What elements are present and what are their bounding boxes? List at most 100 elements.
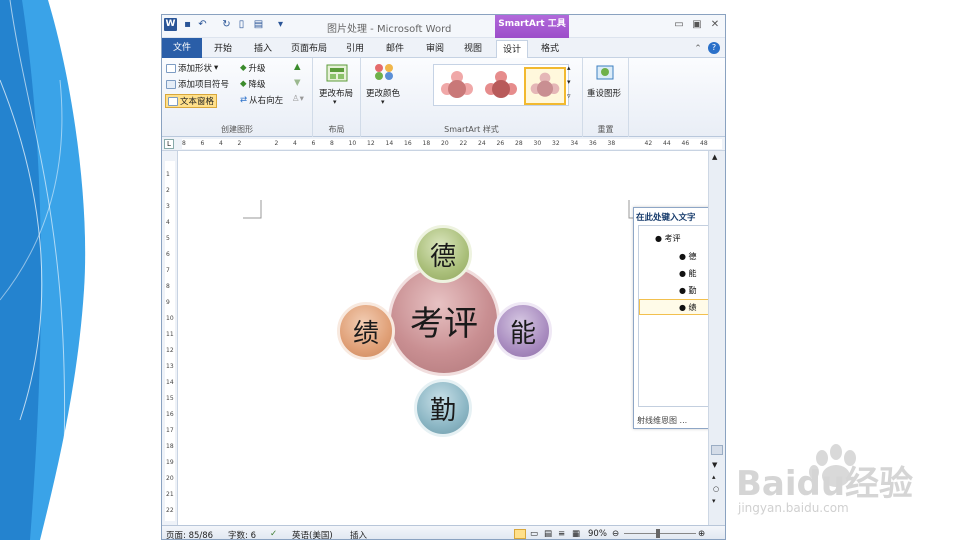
move-down-icon[interactable]: ▼ <box>294 78 301 88</box>
change-layout-dropdown-icon[interactable]: ▾ <box>333 98 337 106</box>
ruler-tick-label: 18 <box>422 140 431 147</box>
print-icon[interactable]: ▤ <box>252 18 265 31</box>
minimize-button[interactable]: ▭ <box>672 19 686 30</box>
layout-org-icon[interactable]: ♙▾ <box>292 94 304 104</box>
pane-item-level2[interactable]: ● 勤 <box>679 285 697 296</box>
change-colors-icon[interactable] <box>373 63 395 81</box>
tab-mailings[interactable]: 邮件 <box>378 40 412 58</box>
vruler-tick-label: 16 <box>166 411 174 418</box>
tab-review[interactable]: 审阅 <box>418 40 452 58</box>
redo-icon[interactable]: ↻ <box>220 18 233 31</box>
undo-icon[interactable]: ↶ <box>196 18 209 31</box>
tab-design[interactable]: 设计 <box>496 40 528 58</box>
vruler-tick-label: 18 <box>166 443 174 450</box>
new-document-icon[interactable]: ▯ <box>235 18 248 31</box>
language[interactable]: 英语(美国) <box>292 529 333 539</box>
horizontal-ruler[interactable]: L 8 6 4 2 2 4 6 8 10 12 14 16 18 20 22 24 26 28 30 32 34 36 38… <box>162 137 725 151</box>
vruler-tick-label: 22 <box>166 507 174 514</box>
slide: W ▪ ↶ ↻ ▯ ▤ ▾ 图片处理 - Microsoft Word Smar… <box>0 0 960 540</box>
vertical-scrollbar[interactable]: ▲ ▼ ▴ ○ ▾ <box>708 151 725 527</box>
previous-page-icon[interactable]: ▴ <box>712 473 716 481</box>
pane-item-level2[interactable]: ● 能 <box>679 268 697 279</box>
zoom-in-icon[interactable]: ⊕ <box>698 529 705 539</box>
gallery-more[interactable]: ▿ <box>567 92 571 100</box>
move-up-icon[interactable]: ▲ <box>294 62 301 72</box>
smartart-left-circle[interactable]: 绩 <box>337 302 395 360</box>
proofing-icon[interactable]: ✓ <box>270 529 277 539</box>
gallery-scroll-down[interactable]: ▾ <box>567 78 571 86</box>
tab-format[interactable]: 格式 <box>534 40 566 58</box>
text-pane-title: 在此处键入文字 <box>636 213 696 223</box>
vertical-ruler[interactable]: 1 2 3 4 5 6 7 8 9 10 11 12 13 14 15 16 17 18 19 20 21 22 <box>162 151 178 527</box>
ruler-tick-label: 26 <box>496 140 505 147</box>
vruler-tick-label: 11 <box>166 331 174 338</box>
word-count[interactable]: 字数: 6 <box>228 529 256 539</box>
tab-references[interactable]: 引用 <box>338 40 372 58</box>
vruler-tick-label: 2 <box>166 187 170 194</box>
pane-item-level1[interactable]: ● 考评 <box>655 233 681 244</box>
tab-page-layout[interactable]: 页面布局 <box>286 40 332 58</box>
style-thumb-3-selected[interactable] <box>524 67 566 105</box>
style-thumb-1[interactable] <box>436 67 478 105</box>
page-count[interactable]: 页面: 85/86 <box>166 529 213 539</box>
ruler-tick-label: 12 <box>367 140 375 147</box>
tab-file[interactable]: 文件 <box>162 38 202 58</box>
add-bullet-button[interactable]: 添加项目符号 <box>166 78 229 90</box>
full-screen-view-icon[interactable]: ▭ <box>530 529 538 539</box>
right-to-left-button[interactable]: ⇄ 从右向左 <box>240 94 283 106</box>
close-button[interactable]: ✕ <box>708 19 722 30</box>
customize-toolbar-icon[interactable]: ▾ <box>274 18 287 31</box>
vruler-tick-label: 10 <box>166 315 174 322</box>
scroll-down-icon[interactable]: ▼ <box>712 461 717 469</box>
scroll-thumb[interactable] <box>711 445 723 455</box>
vruler-tick-label: 14 <box>166 379 174 386</box>
collapse-ribbon-icon[interactable]: ⌃ <box>692 40 704 58</box>
web-layout-view-icon[interactable]: ▤ <box>544 529 552 539</box>
ruler-tick-label: 38 <box>607 140 616 147</box>
zoom-out-icon[interactable]: ⊖ <box>612 529 619 539</box>
ruler-tick-label: 30 <box>533 140 542 147</box>
draft-view-icon[interactable]: ▦ <box>572 529 580 539</box>
text-pane-button[interactable]: 文本窗格 <box>165 94 218 108</box>
zoom-level[interactable]: 90% <box>588 529 607 539</box>
baidu-watermark: Baidu经验 jingyan.baidu.com <box>736 438 916 528</box>
demote-arrow-icon: ◆ <box>240 79 247 89</box>
next-page-icon[interactable]: ▾ <box>712 497 716 505</box>
layout-icon[interactable] <box>326 64 348 82</box>
smartart-right-circle[interactable]: 能 <box>494 302 552 360</box>
maximize-button[interactable]: ▣ <box>690 19 704 30</box>
reset-graphic-icon[interactable] <box>594 63 616 81</box>
insert-mode[interactable]: 插入 <box>350 529 367 539</box>
ruler-tick-label: 10 <box>348 140 357 147</box>
vruler-scale: 1 2 3 4 5 6 7 8 9 10 11 12 13 14 15 16 17 18 19 20 21 22 <box>165 161 175 521</box>
save-icon[interactable]: ▪ <box>181 18 194 31</box>
smartart-bottom-circle[interactable]: 勤 <box>414 379 472 437</box>
scroll-up-icon[interactable]: ▲ <box>712 153 717 161</box>
add-shape-icon <box>166 63 176 73</box>
style-thumb-2[interactable] <box>480 67 522 105</box>
pane-item-level2[interactable]: ● 德 <box>679 251 697 262</box>
reset-graphic-button[interactable]: 重设图形 <box>587 87 621 99</box>
tab-view[interactable]: 视图 <box>456 40 490 58</box>
add-shape-button[interactable]: 添加形状 ▾ <box>166 62 218 74</box>
vruler-tick-label: 5 <box>166 235 170 242</box>
promote-button[interactable]: ◆ 升级 <box>240 62 266 74</box>
print-layout-view-icon[interactable] <box>514 529 526 539</box>
tab-insert[interactable]: 插入 <box>246 40 280 58</box>
change-colors-dropdown-icon[interactable]: ▾ <box>381 98 385 106</box>
zoom-slider[interactable] <box>624 533 696 534</box>
group-label-create-graphic: 创建图形 <box>221 125 253 134</box>
tab-selector-icon[interactable]: L <box>164 139 174 149</box>
zoom-slider-thumb[interactable] <box>656 529 660 538</box>
ruler-tick-label: 4 <box>293 140 297 147</box>
demote-button[interactable]: ◆ 降级 <box>240 78 266 90</box>
select-browse-object-icon[interactable]: ○ <box>713 485 719 493</box>
help-icon[interactable]: ? <box>708 42 720 54</box>
text-pane-footer[interactable]: 射线维恩图 ... <box>637 415 687 426</box>
gallery-scroll-up[interactable]: ▴ <box>567 64 571 72</box>
smartart-top-circle[interactable]: 德 <box>414 225 472 283</box>
ruler-tick-label: 24 <box>478 140 486 147</box>
outline-view-icon[interactable]: ≡ <box>558 529 565 539</box>
document-page[interactable]: 考评 德 能 勤 绩 <box>179 152 709 528</box>
tab-home[interactable]: 开始 <box>206 40 240 58</box>
